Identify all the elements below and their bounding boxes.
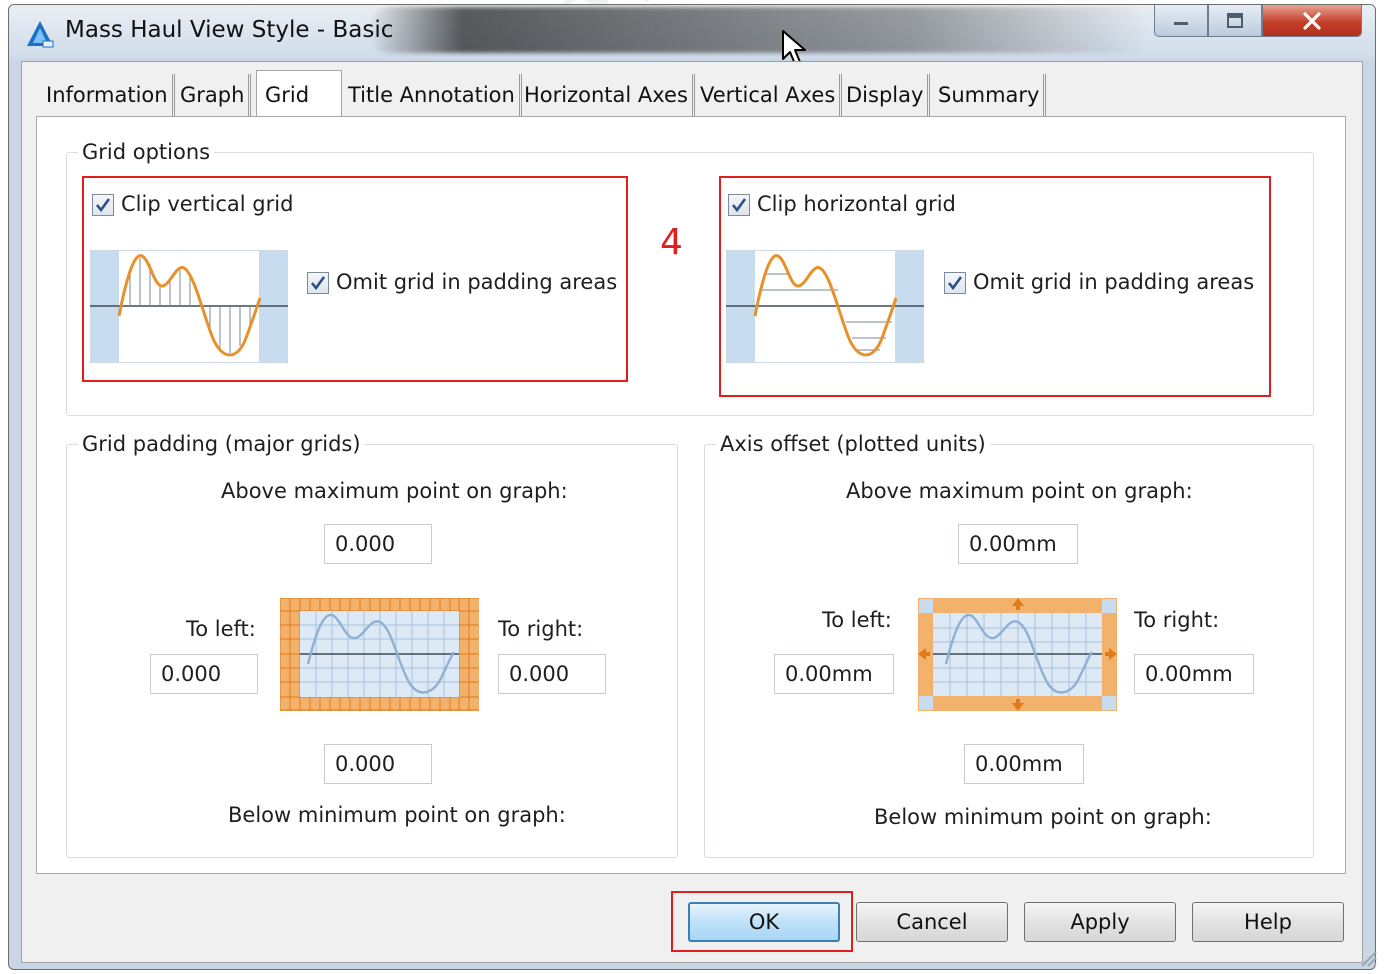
resize-grip-icon[interactable] — [1358, 948, 1378, 968]
offset-left-label: To left: — [822, 608, 892, 632]
checkmark-icon — [731, 198, 747, 213]
omit-vertical-padding-label[interactable]: Omit grid in padding areas — [336, 270, 617, 294]
tab-display[interactable]: Display — [842, 74, 931, 116]
maximize-icon — [1227, 12, 1243, 28]
padding-above-input[interactable]: 0.000 — [324, 524, 432, 564]
omit-horizontal-padding-label[interactable]: Omit grid in padding areas — [973, 270, 1254, 294]
offset-left-input[interactable]: 0.00mm — [774, 654, 894, 694]
clip-vertical-grid-label[interactable]: Clip vertical grid — [121, 192, 293, 216]
minimize-button[interactable] — [1154, 5, 1208, 37]
offset-below-label: Below minimum point on graph: — [874, 805, 1212, 829]
padding-left-label: To left: — [186, 617, 256, 641]
title-bar-smudge — [369, 7, 1149, 53]
close-button[interactable] — [1262, 5, 1362, 37]
vertical-grid-preview — [90, 250, 288, 363]
offset-above-label: Above maximum point on graph: — [846, 479, 1193, 503]
padding-below-label: Below minimum point on graph: — [228, 803, 566, 827]
window-title: Mass Haul View Style - Basic — [65, 17, 394, 43]
omit-horizontal-padding-checkbox[interactable] — [944, 272, 966, 294]
step-number: 4 — [660, 222, 683, 263]
grid-options-title: Grid options — [78, 140, 215, 164]
padding-right-input[interactable]: 0.000 — [498, 654, 606, 694]
padding-below-input[interactable]: 0.000 — [324, 744, 432, 784]
clip-vertical-grid-checkbox[interactable] — [92, 194, 114, 216]
axis-offset-title: Axis offset (plotted units) — [716, 432, 990, 456]
grid-padding-preview — [280, 598, 479, 711]
caption-buttons — [1154, 5, 1364, 39]
tab-vertical-axes[interactable]: Vertical Axes — [696, 74, 843, 116]
offset-right-input[interactable]: 0.00mm — [1134, 654, 1254, 694]
checkmark-icon — [95, 198, 111, 213]
grid-padding-title: Grid padding (major grids) — [78, 432, 365, 456]
clip-horizontal-grid-label[interactable]: Clip horizontal grid — [757, 192, 956, 216]
autocad-civil-icon — [27, 21, 54, 48]
offset-below-input[interactable]: 0.00mm — [964, 744, 1084, 784]
offset-above-input[interactable]: 0.00mm — [958, 524, 1078, 564]
cancel-button[interactable]: Cancel — [856, 902, 1008, 942]
padding-right-label: To right: — [498, 617, 584, 641]
tab-horizontal-axes[interactable]: Horizontal Axes — [520, 74, 695, 116]
omit-vertical-padding-checkbox[interactable] — [307, 272, 329, 294]
maximize-button[interactable] — [1208, 5, 1262, 37]
close-icon — [1303, 11, 1321, 30]
tab-summary[interactable]: Summary — [934, 74, 1047, 116]
minimize-icon — [1174, 21, 1188, 25]
padding-above-label: Above maximum point on graph: — [221, 479, 568, 503]
horizontal-grid-preview — [726, 250, 924, 363]
tab-title-annotation[interactable]: Title Annotation — [344, 74, 522, 116]
checkmark-icon — [310, 276, 326, 291]
tab-grid[interactable]: Grid — [256, 70, 342, 120]
help-button[interactable]: Help — [1192, 902, 1344, 942]
padding-left-input[interactable]: 0.000 — [150, 654, 258, 694]
ok-button[interactable]: OK — [688, 902, 840, 942]
clip-horizontal-grid-checkbox[interactable] — [728, 194, 750, 216]
checkmark-icon — [947, 276, 963, 291]
axis-offset-preview — [918, 598, 1117, 711]
apply-button[interactable]: Apply — [1024, 902, 1176, 942]
tab-graph[interactable]: Graph — [176, 74, 252, 116]
offset-right-label: To right: — [1134, 608, 1220, 632]
tab-information[interactable]: Information — [42, 74, 175, 116]
